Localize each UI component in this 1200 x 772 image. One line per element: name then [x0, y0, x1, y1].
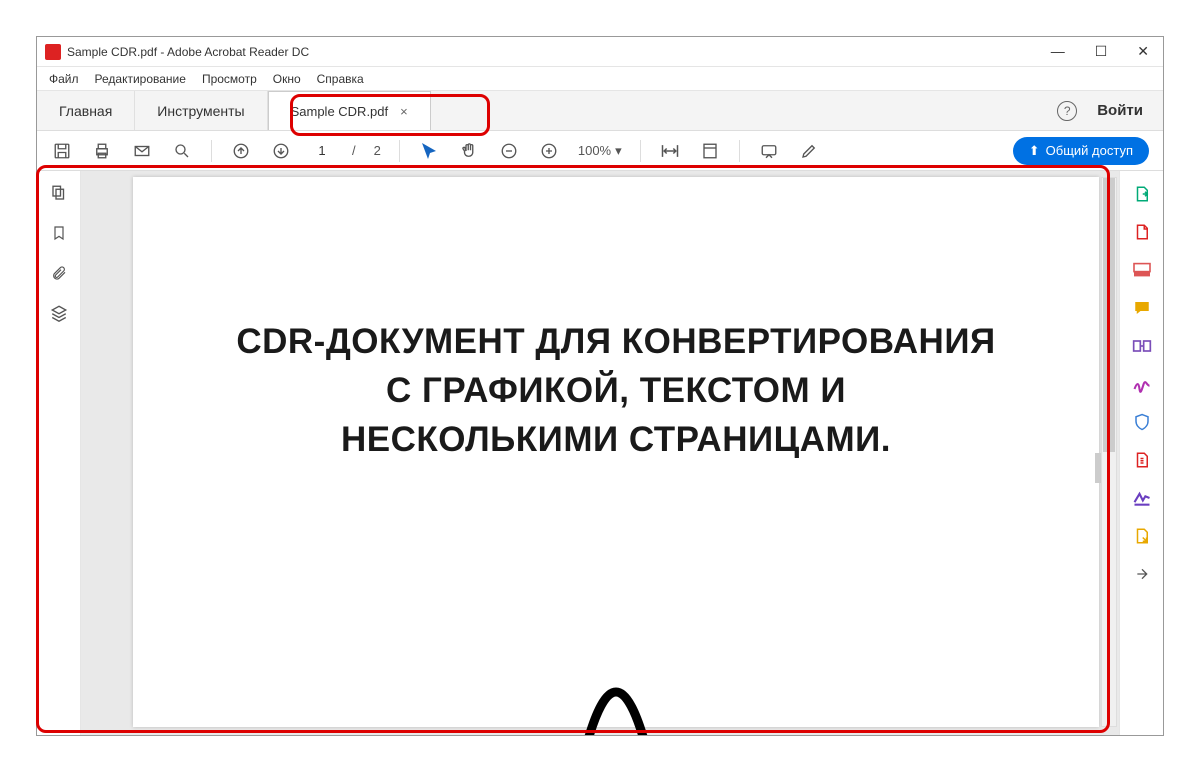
help-icon[interactable]: ? — [1057, 101, 1077, 121]
layers-icon[interactable] — [49, 303, 69, 323]
thumbnails-icon[interactable] — [49, 183, 69, 203]
create-pdf-icon[interactable] — [1131, 221, 1153, 243]
zoom-out-icon[interactable] — [498, 140, 520, 162]
menu-edit[interactable]: Редактирование — [95, 72, 186, 86]
hand-icon[interactable] — [458, 140, 480, 162]
combine-icon[interactable] — [1131, 335, 1153, 357]
page-up-icon[interactable] — [230, 140, 252, 162]
window-controls: — ☐ ✕ — [1045, 41, 1155, 62]
toolbar-separator — [640, 140, 641, 162]
page-text-line1: CDR-ДОКУМЕНТ ДЛЯ КОНВЕРТИРОВАНИЯ — [189, 317, 1043, 366]
scroll-grip[interactable] — [1095, 453, 1101, 483]
share-label: Общий доступ — [1046, 143, 1133, 158]
tab-close-icon[interactable]: × — [400, 104, 408, 119]
sign-icon[interactable] — [1131, 373, 1153, 395]
page-graphic — [556, 627, 676, 735]
chevron-down-icon: ▾ — [615, 143, 622, 159]
edit-pdf-icon[interactable] — [1131, 259, 1153, 281]
page-total: 2 — [374, 143, 381, 158]
share-button[interactable]: ⬆ Общий доступ — [1013, 137, 1149, 165]
comment-icon[interactable] — [1131, 297, 1153, 319]
page-text-line2: С ГРАФИКОЙ, ТЕКСТОМ И — [189, 366, 1043, 415]
zoom-in-icon[interactable] — [538, 140, 560, 162]
toolbar-separator — [399, 140, 400, 162]
menu-view[interactable]: Просмотр — [202, 72, 257, 86]
search-icon[interactable] — [171, 140, 193, 162]
mail-icon[interactable] — [131, 140, 153, 162]
page-number-input[interactable] — [310, 143, 334, 158]
tab-document[interactable]: Sample CDR.pdf × — [268, 91, 431, 130]
menu-window[interactable]: Окно — [273, 72, 301, 86]
zoom-dropdown[interactable]: 100%▾ — [578, 143, 622, 159]
pdf-page: CDR-ДОКУМЕНТ ДЛЯ КОНВЕРТИРОВАНИЯ С ГРАФИ… — [133, 177, 1099, 727]
menubar: Файл Редактирование Просмотр Окно Справк… — [37, 67, 1163, 91]
page-text-line3: НЕСКОЛЬКИМИ СТРАНИЦАМИ. — [189, 415, 1043, 464]
attachment-icon[interactable] — [49, 263, 69, 283]
fit-width-icon[interactable] — [659, 140, 681, 162]
left-rail — [37, 171, 81, 735]
right-rail — [1119, 171, 1163, 735]
toolbar: / 2 100%▾ ⬆ Общий доступ — [37, 131, 1163, 171]
menu-file[interactable]: Файл — [49, 72, 79, 86]
app-icon — [45, 44, 61, 60]
more-tools-icon[interactable] — [1131, 563, 1153, 585]
menu-help[interactable]: Справка — [317, 72, 364, 86]
toolbar-separator — [211, 140, 212, 162]
tabbar-right: ? Войти — [1057, 91, 1163, 130]
send-icon[interactable] — [1131, 525, 1153, 547]
compress-icon[interactable] — [1131, 449, 1153, 471]
tab-document-label: Sample CDR.pdf — [291, 104, 389, 119]
page-separator: / — [352, 143, 356, 158]
window-title: Sample CDR.pdf - Adobe Acrobat Reader DC — [67, 45, 1045, 59]
close-button[interactable]: ✕ — [1131, 41, 1155, 62]
bookmark-icon[interactable] — [49, 223, 69, 243]
tab-tools[interactable]: Инструменты — [135, 91, 267, 130]
upload-icon: ⬆ — [1029, 143, 1040, 159]
highlight-icon[interactable] — [798, 140, 820, 162]
app-window: Sample CDR.pdf - Adobe Acrobat Reader DC… — [36, 36, 1164, 736]
toolbar-separator — [739, 140, 740, 162]
titlebar: Sample CDR.pdf - Adobe Acrobat Reader DC… — [37, 37, 1163, 67]
vertical-scrollbar[interactable] — [1101, 177, 1117, 727]
maximize-button[interactable]: ☐ — [1089, 41, 1114, 62]
content-area: CDR-ДОКУМЕНТ ДЛЯ КОНВЕРТИРОВАНИЯ С ГРАФИ… — [37, 171, 1163, 735]
protect-icon[interactable] — [1131, 411, 1153, 433]
selection-icon[interactable] — [418, 140, 440, 162]
fill-sign-icon[interactable] — [1131, 487, 1153, 509]
tab-home[interactable]: Главная — [37, 91, 135, 130]
annotate-icon[interactable] — [758, 140, 780, 162]
document-viewport[interactable]: CDR-ДОКУМЕНТ ДЛЯ КОНВЕРТИРОВАНИЯ С ГРАФИ… — [81, 171, 1119, 735]
save-icon[interactable] — [51, 140, 73, 162]
print-icon[interactable] — [91, 140, 113, 162]
tabbar: Главная Инструменты Sample CDR.pdf × ? В… — [37, 91, 1163, 131]
scrollbar-thumb[interactable] — [1103, 178, 1115, 452]
login-button[interactable]: Войти — [1097, 102, 1143, 119]
fit-page-icon[interactable] — [699, 140, 721, 162]
export-pdf-icon[interactable] — [1131, 183, 1153, 205]
minimize-button[interactable]: — — [1045, 41, 1071, 62]
page-down-icon[interactable] — [270, 140, 292, 162]
